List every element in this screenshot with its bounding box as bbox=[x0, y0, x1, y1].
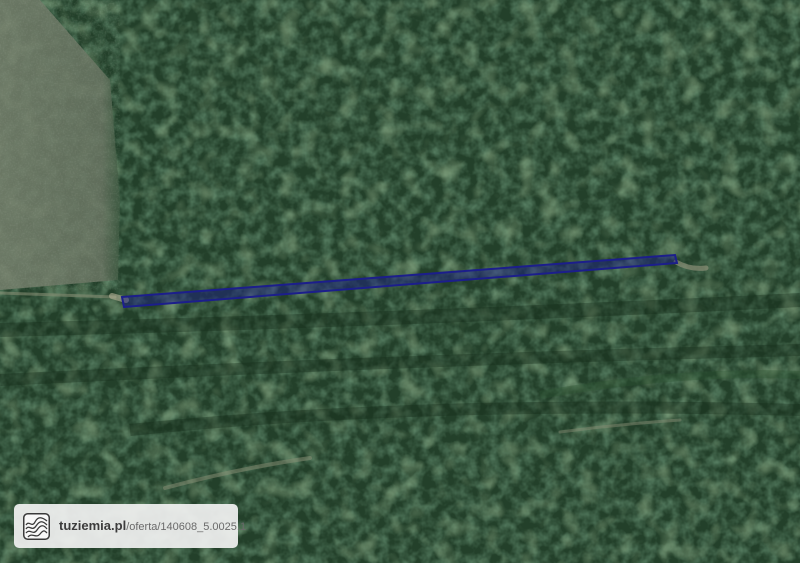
watermark-text: tuziemia.pl/oferta/140608_5.0025.1 bbox=[59, 517, 246, 535]
tuziemia-contour-logo-icon bbox=[23, 512, 50, 540]
watermark-path[interactable]: /oferta/140608_5.0025.1 bbox=[126, 521, 246, 533]
satellite-map[interactable] bbox=[0, 0, 800, 563]
watermark-badge[interactable]: tuziemia.pl/oferta/140608_5.0025.1 bbox=[14, 504, 246, 548]
watermark-domain[interactable]: tuziemia.pl bbox=[59, 518, 126, 533]
